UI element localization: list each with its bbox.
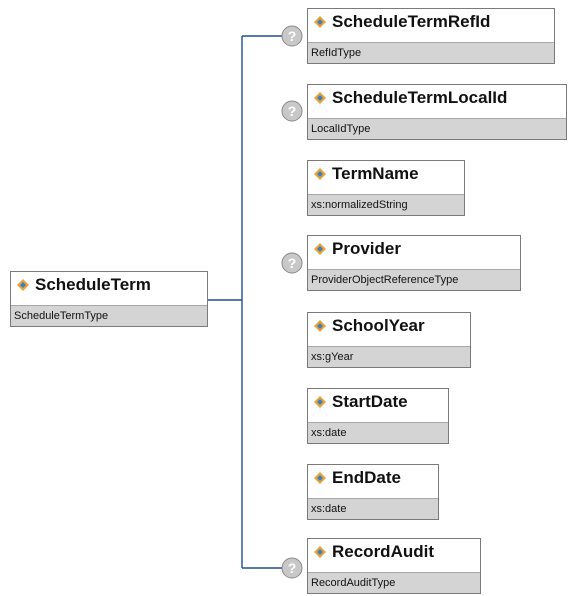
root-element-type: ScheduleTermType xyxy=(14,310,109,322)
element-name: ScheduleTermRefId xyxy=(332,12,491,31)
element-name: StartDate xyxy=(332,392,408,411)
element-type: LocalIdType xyxy=(311,123,371,135)
element-icon xyxy=(314,168,326,180)
optional-badge-glyph: ? xyxy=(288,255,297,271)
root-element-name: ScheduleTerm xyxy=(35,275,151,294)
element-icon xyxy=(17,279,29,291)
child-element-node-term-name[interactable]: TermName xs:normalizedString xyxy=(307,160,465,216)
element-icon xyxy=(314,396,326,408)
element-type: xs:date xyxy=(311,503,347,515)
optional-badge-icon: ? xyxy=(281,557,303,579)
element-type: ProviderObjectReferenceType xyxy=(311,274,459,286)
root-element-node[interactable]: ScheduleTerm ScheduleTermType xyxy=(10,271,208,327)
element-type: RefIdType xyxy=(311,47,362,59)
child-element-node-end-date[interactable]: EndDate xs:date xyxy=(307,464,439,520)
element-icon xyxy=(314,320,326,332)
child-element-node-provider[interactable]: Provider ProviderObjectReferenceType xyxy=(307,235,521,291)
optional-badge-glyph: ? xyxy=(288,560,297,576)
element-name: SchoolYear xyxy=(332,316,425,335)
element-type: xs:date xyxy=(311,427,347,439)
child-element-node-start-date[interactable]: StartDate xs:date xyxy=(307,388,449,444)
element-name: RecordAudit xyxy=(332,542,434,561)
element-icon xyxy=(314,546,326,558)
optional-badge-glyph: ? xyxy=(288,28,297,44)
element-icon xyxy=(314,243,326,255)
element-icon xyxy=(314,92,326,104)
optional-badge-icon: ? xyxy=(281,100,303,122)
element-type: xs:gYear xyxy=(311,351,354,363)
element-icon xyxy=(314,16,326,28)
element-icon xyxy=(314,472,326,484)
child-element-node-school-year[interactable]: SchoolYear xs:gYear xyxy=(307,312,471,368)
element-name: TermName xyxy=(332,164,419,183)
child-element-node-schedule-term-local-id[interactable]: ScheduleTermLocalId LocalIdType xyxy=(307,84,567,140)
optional-badge-icon: ? xyxy=(281,252,303,274)
element-name: EndDate xyxy=(332,468,401,487)
optional-badge-glyph: ? xyxy=(288,103,297,119)
element-type: RecordAuditType xyxy=(311,577,396,589)
child-element-node-record-audit[interactable]: RecordAudit RecordAuditType xyxy=(307,538,481,594)
element-name: Provider xyxy=(332,239,401,258)
element-name: ScheduleTermLocalId xyxy=(332,88,508,107)
optional-badge-icon: ? xyxy=(281,25,303,47)
child-element-node-schedule-term-ref-id[interactable]: ScheduleTermRefId RefIdType xyxy=(307,8,555,64)
element-type: xs:normalizedString xyxy=(311,199,408,211)
